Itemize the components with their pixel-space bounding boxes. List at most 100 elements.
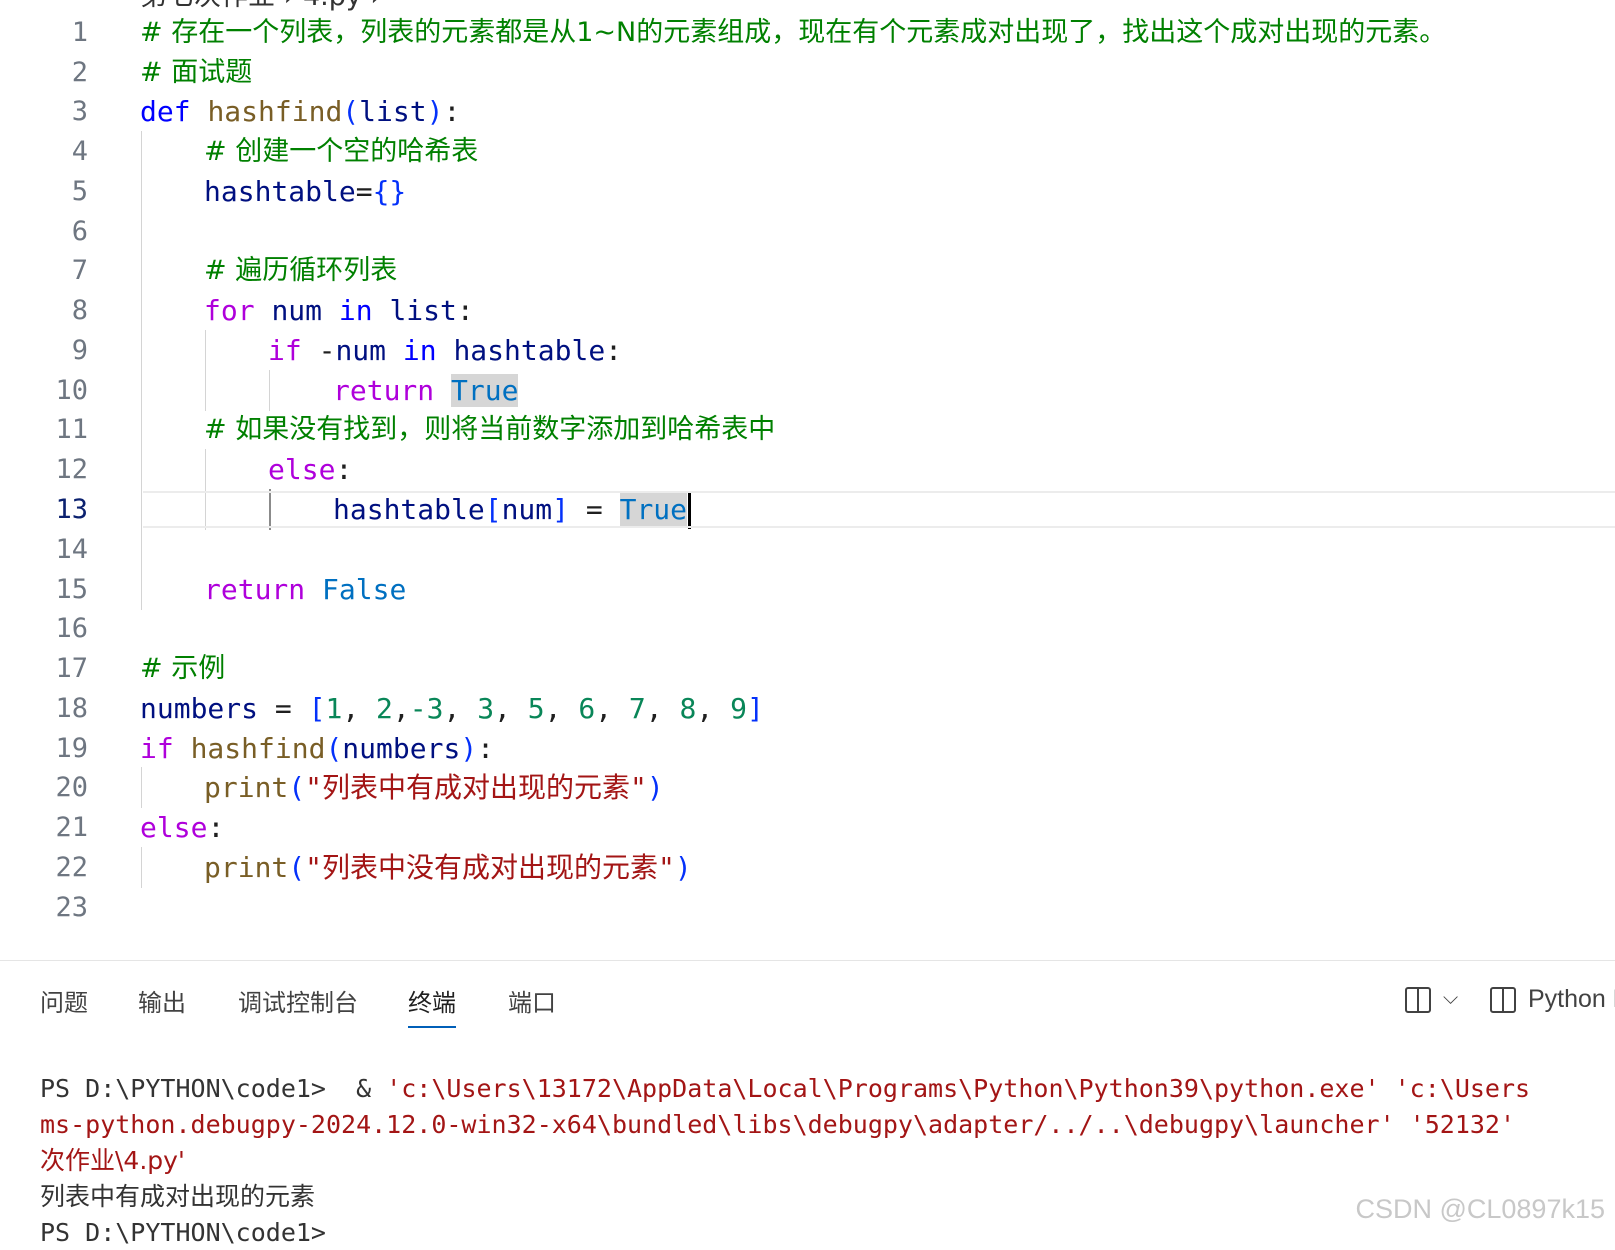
bracket: ( — [288, 771, 306, 804]
indent-guide — [141, 290, 142, 331]
terminal-profile-label[interactable]: Python D — [1528, 985, 1615, 1014]
keyword: if — [268, 334, 302, 367]
code-line[interactable]: 21 else: — [0, 807, 1615, 848]
variable: list — [389, 294, 457, 327]
line-number: 9 — [71, 335, 88, 366]
indent-guide — [141, 171, 142, 212]
string-literal: "列表中有成对出现的元素" — [305, 771, 647, 804]
code-line[interactable]: 5 hashtable={} — [0, 171, 1615, 212]
function-name: print — [204, 851, 289, 884]
chevron-down-icon[interactable]: ⌵ — [1443, 985, 1458, 1009]
code-text: hashtable={} — [204, 171, 406, 212]
code-text: else: — [140, 807, 224, 848]
comment: # 如果没有找到，则将当前数字添加到哈希表中 — [204, 414, 776, 445]
line-number: 22 — [55, 852, 88, 883]
line-number: 2 — [71, 57, 88, 88]
keyword: return — [333, 374, 435, 407]
terminal-panel-icon[interactable] — [1490, 987, 1516, 1013]
keyword: return — [204, 573, 306, 606]
keyword: else — [140, 811, 208, 844]
code-line[interactable]: 9 if -num in hashtable: — [0, 330, 1615, 371]
bracket: ) — [426, 95, 444, 128]
code-text: return False — [204, 569, 406, 610]
code-line[interactable]: 2 # 面试题 — [0, 52, 1615, 93]
constant: False — [322, 573, 407, 606]
tab-problems[interactable]: 问题 — [40, 983, 88, 1026]
tab-debug-console[interactable]: 调试控制台 — [238, 983, 358, 1026]
keyword: in — [402, 334, 437, 367]
indent-guide — [141, 569, 142, 610]
variable: hashtable — [453, 334, 606, 367]
code-line[interactable]: 1 8 numbers = [1, 2,-3, 3, 5, 6, 7, 8, 9] — [0, 688, 1615, 729]
bracket: [ — [484, 493, 502, 526]
indent-guide — [141, 370, 142, 411]
code-line[interactable]: 14 — [0, 529, 1615, 570]
line-number: 8 — [71, 295, 88, 326]
line-number: 15 — [55, 574, 88, 605]
tab-output[interactable]: 输出 — [138, 983, 186, 1026]
variable: num — [501, 493, 553, 526]
code-line[interactable]: 4 # 创建一个空的哈希表 — [0, 131, 1615, 172]
code-line[interactable]: 23 — [0, 887, 1615, 928]
keyword: if — [140, 732, 174, 765]
code-line[interactable]: 10 return True — [0, 370, 1615, 411]
code-line[interactable]: 19 if hashfind(numbers): — [0, 728, 1615, 769]
variable: hashtable — [333, 493, 485, 526]
line-number: 6 — [71, 216, 88, 247]
line-number: 10 — [55, 375, 88, 406]
code-line[interactable]: 11 # 如果没有找到，则将当前数字添加到哈希表中 — [0, 409, 1615, 450]
bracket: ] — [746, 692, 764, 725]
number-literal: 6 — [578, 692, 596, 725]
code-text: print("列表中有成对出现的元素") — [204, 767, 664, 808]
code-line[interactable]: 3 def hashfind(list): — [0, 91, 1615, 132]
indent-guide — [141, 409, 142, 450]
code-line[interactable]: 1 # 存在一个列表，列表的元素都是从1~N的元素组成，现在有个元素成对出现了，… — [0, 12, 1615, 53]
string-literal: "列表中没有成对出现的元素" — [305, 851, 675, 884]
colon: : — [443, 95, 461, 128]
number-literal: 7 — [628, 692, 646, 725]
code-line[interactable]: 6 — [0, 211, 1615, 252]
keyword: else — [268, 453, 336, 486]
bottom-panel: 问题 输出 调试控制台 终端 端口 ⌵ Python D PS D:\PYTHO… — [0, 960, 1615, 1250]
code-text: def hashfind(list): — [140, 91, 460, 132]
line-number: 14 — [55, 534, 88, 565]
comment: # 存在一个列表，列表的元素都是从1~N的元素组成，现在有个元素成对出现了，找出… — [140, 17, 1447, 48]
keyword: for — [204, 294, 255, 327]
number-literal: 1 — [325, 692, 343, 725]
split-terminal-icon[interactable] — [1405, 987, 1431, 1013]
code-editor[interactable]: 第七次作业 › 4.py › 1 # 存在一个列表，列表的元素都是从1~N的元素… — [0, 0, 1615, 960]
comment: # 面试题 — [140, 57, 253, 88]
bracket: [ — [308, 692, 326, 725]
indent-guide-active — [269, 489, 271, 530]
code-line[interactable]: 8 for num in list: — [0, 290, 1615, 331]
tab-terminal[interactable]: 终端 — [408, 983, 456, 1028]
indent-guide — [141, 250, 142, 291]
panel-tabs: 问题 输出 调试控制台 终端 端口 — [0, 961, 1615, 1041]
line-number: 4 — [71, 136, 88, 167]
code-line[interactable]: 20 print("列表中有成对出现的元素") — [0, 767, 1615, 808]
indent-guide — [141, 211, 142, 252]
comment: # 遍历循环列表 — [204, 255, 398, 286]
indent-guide — [269, 370, 270, 411]
code-line[interactable]: 16 — [0, 608, 1615, 649]
terminal-line: ms-python.debugpy-2024.12.0-win32-x64\bu… — [40, 1110, 1516, 1139]
bracket: ) — [674, 851, 692, 884]
number-literal: 8 — [679, 692, 697, 725]
code-line[interactable]: 17 # 示例 — [0, 648, 1615, 689]
code-text: numbers = [1, 2,-3, 3, 5, 6, 7, 8, 9] — [140, 692, 764, 725]
indent-guide — [141, 131, 142, 172]
line-number: 21 — [55, 812, 88, 843]
code-line[interactable]: 12 else: — [0, 449, 1615, 490]
code-text: return True — [333, 370, 519, 411]
number-literal: 5 — [527, 692, 545, 725]
code-line[interactable]: 22 print("列表中没有成对出现的元素") — [0, 847, 1615, 888]
line-number: 7 — [71, 255, 88, 286]
code-line-current[interactable]: 13 hashtable[num] = True — [0, 489, 1615, 530]
code-line[interactable]: 15 return False — [0, 569, 1615, 610]
watermark: CSDN @CL0897k15 — [1355, 1194, 1605, 1224]
function-name: print — [204, 771, 289, 804]
code-line[interactable]: 7 # 遍历循环列表 — [0, 250, 1615, 291]
line-number: 19 — [55, 733, 88, 764]
tab-ports[interactable]: 端口 — [508, 983, 556, 1026]
bracket: ( — [325, 732, 343, 765]
